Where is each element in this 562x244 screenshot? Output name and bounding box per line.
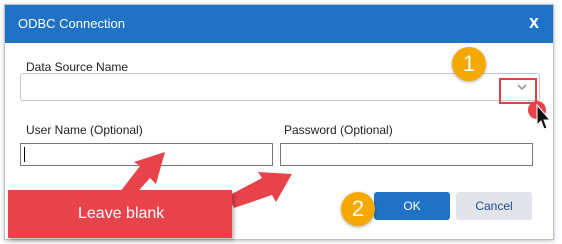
cursor-overlay: [528, 101, 552, 130]
